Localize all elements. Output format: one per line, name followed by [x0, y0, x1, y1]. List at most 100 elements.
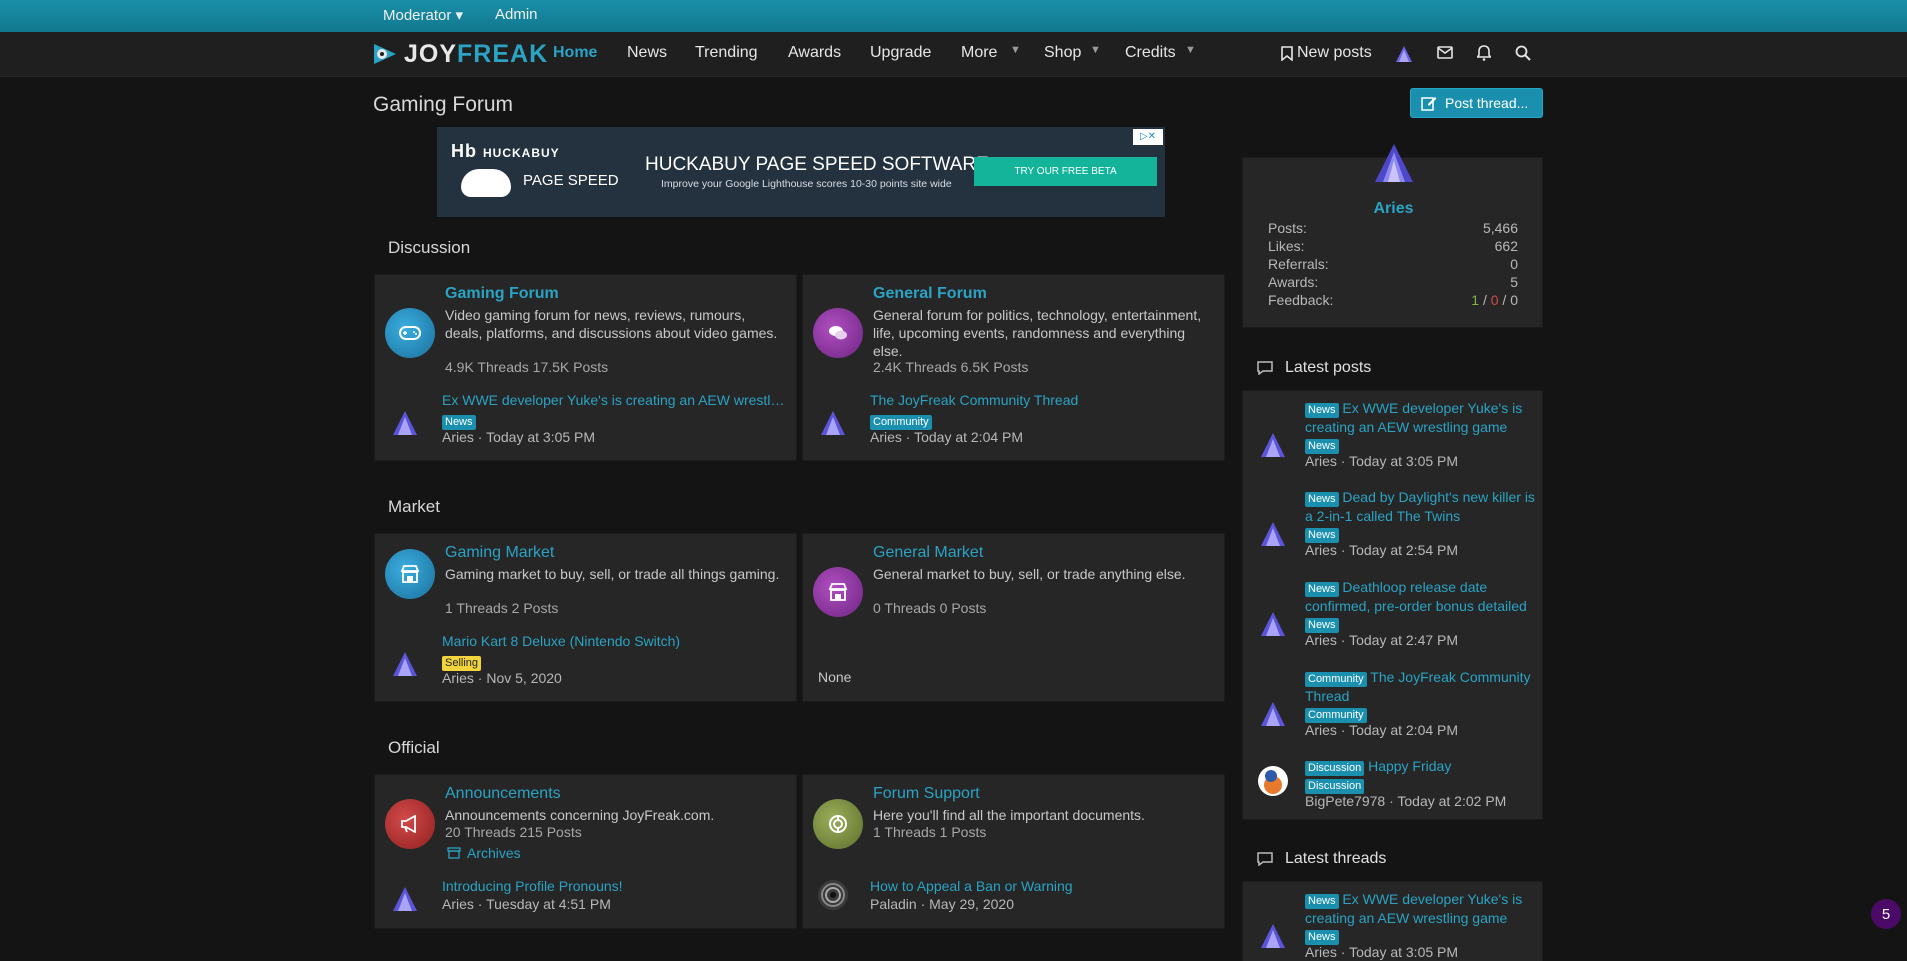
latest-post-meta[interactable]: BigPete7978 · Today at 2:02 PM — [1305, 793, 1506, 809]
last-post-title-link[interactable]: Mario Kart 8 Deluxe (Nintendo Switch) — [442, 633, 787, 649]
latest-post-meta[interactable]: Aries · Today at 3:05 PM — [1305, 453, 1458, 469]
comment-icon — [1257, 361, 1273, 375]
prefix-badge[interactable]: News — [1305, 618, 1339, 633]
prefix-badge[interactable]: News — [1305, 582, 1339, 597]
nav-awards[interactable]: Awards — [788, 44, 841, 62]
avatar[interactable] — [1257, 698, 1289, 730]
prefix-badge[interactable]: News — [1305, 894, 1339, 909]
nav-more[interactable]: More — [961, 44, 997, 62]
prefix-badge[interactable]: Community — [1305, 672, 1367, 687]
forum-title-link[interactable]: Forum Support — [873, 785, 980, 803]
forum-title-link[interactable]: General Market — [873, 544, 983, 562]
post-thread-button[interactable]: Post thread... — [1410, 88, 1543, 118]
list-item: News Dead by Daylight's new killer is a … — [1253, 488, 1538, 568]
nav-home[interactable]: Home — [553, 44, 597, 62]
latest-thread-title-link[interactable]: News Ex WWE developer Yuke's is creating… — [1305, 890, 1540, 927]
prefix-badge[interactable]: News — [1305, 528, 1339, 543]
user-avatar-menu[interactable] — [1395, 45, 1413, 68]
prefix-badge[interactable]: Selling — [442, 656, 482, 671]
forum-stats: 1 Threads 2 Posts — [445, 600, 559, 616]
latest-post-title-link[interactable]: News Deathloop release date confirmed, p… — [1305, 578, 1540, 615]
prefix-badge[interactable]: News — [1305, 439, 1339, 454]
latest-threads-heading[interactable]: Latest threads — [1257, 850, 1386, 868]
nav-more-chevron-down-icon[interactable]: ▼ — [1010, 44, 1021, 56]
last-post-meta[interactable]: Aries · Nov 5, 2020 — [442, 670, 562, 686]
avatar[interactable] — [1257, 920, 1289, 952]
site-logo[interactable]: JOYFREAK — [372, 40, 548, 68]
avatar[interactable] — [1257, 608, 1289, 640]
forum-title-link[interactable]: Announcements — [445, 785, 561, 803]
nav-shop[interactable]: Shop — [1044, 44, 1081, 62]
prefix-badge[interactable]: News — [1305, 492, 1339, 507]
avatar[interactable] — [1257, 765, 1289, 797]
avatar[interactable] — [817, 407, 849, 439]
latest-thread-meta[interactable]: Aries · Today at 3:05 PM — [1305, 944, 1458, 960]
latest-post-meta[interactable]: Aries · Today at 2:04 PM — [1305, 722, 1458, 738]
nav-trending[interactable]: Trending — [695, 44, 758, 62]
new-posts-button[interactable]: New posts — [1281, 44, 1372, 62]
sub-forum-archives-link[interactable]: Archives — [447, 845, 521, 861]
nav-shop-chevron-down-icon[interactable]: ▼ — [1090, 44, 1101, 56]
latest-post-meta[interactable]: Aries · Today at 2:54 PM — [1305, 542, 1458, 558]
admin-link[interactable]: Admin — [495, 6, 538, 23]
last-post-meta[interactable]: Aries · Today at 3:05 PM — [442, 429, 595, 445]
nav-news[interactable]: News — [627, 44, 667, 62]
inbox-button[interactable] — [1437, 46, 1453, 64]
sub-forum-label: Archives — [467, 845, 521, 861]
forum-title-link[interactable]: Gaming Market — [445, 544, 554, 562]
ad-choices-icon[interactable]: ▷✕ — [1133, 129, 1163, 145]
prefix-badge[interactable]: News — [1305, 403, 1339, 418]
latest-post-title-link[interactable]: Community The JoyFreak Community Thread — [1305, 668, 1540, 705]
last-post-title-link[interactable]: Introducing Profile Pronouns! — [442, 878, 787, 894]
last-post-title-link[interactable]: Ex WWE developer Yuke's is creating an A… — [442, 392, 787, 408]
avatar[interactable] — [389, 883, 421, 915]
forum-title-link[interactable]: General Forum — [873, 285, 987, 303]
latest-posts-heading[interactable]: Latest posts — [1257, 359, 1371, 377]
prefix-badge[interactable]: News — [442, 415, 476, 430]
moderator-menu[interactable]: Moderator ▾ — [383, 6, 463, 24]
search-button[interactable] — [1515, 45, 1531, 66]
notification-count-badge[interactable]: 5 — [1871, 899, 1901, 929]
latest-post-title-link[interactable]: News Ex WWE developer Yuke's is creating… — [1305, 399, 1540, 436]
nav-upgrade[interactable]: Upgrade — [870, 44, 931, 62]
avatar[interactable] — [1257, 429, 1289, 461]
alerts-button[interactable] — [1475, 45, 1493, 66]
latest-post-title: Deathloop release date confirmed, pre-or… — [1305, 579, 1527, 614]
latest-post-title-link[interactable]: News Dead by Daylight's new killer is a … — [1305, 488, 1540, 525]
avatar[interactable] — [389, 648, 421, 680]
latest-post-title-link[interactable]: Discussion Happy Friday — [1305, 757, 1540, 776]
advertisement-banner[interactable]: Hb HUCKABUY PAGE SPEED HUCKABUY PAGE SPEE… — [437, 127, 1165, 217]
profile-avatar[interactable] — [1373, 142, 1415, 187]
avatar[interactable] — [389, 407, 421, 439]
staff-bar: Moderator ▾ Admin — [0, 0, 1907, 32]
last-post-meta[interactable]: Aries · Tuesday at 4:51 PM — [442, 896, 611, 912]
last-post-title-link[interactable]: How to Appeal a Ban or Warning — [870, 878, 1215, 894]
page-title: Gaming Forum — [373, 93, 514, 116]
profile-username[interactable]: Aries — [1243, 200, 1544, 218]
prefix-badge[interactable]: Discussion — [1305, 779, 1365, 794]
prefix-badge[interactable]: Community — [870, 415, 932, 430]
prefix-badge[interactable]: Community — [1305, 708, 1367, 723]
forum-title-link[interactable]: Gaming Forum — [445, 285, 559, 303]
forum-card-general-market: General Market General market to buy, se… — [802, 533, 1225, 702]
nav-credits[interactable]: Credits — [1125, 44, 1176, 62]
forum-card-gaming-forum: Gaming Forum Video gaming forum for news… — [374, 274, 797, 461]
latest-post-meta[interactable]: Aries · Today at 2:47 PM — [1305, 632, 1458, 648]
profile-stat-row: Posts: 5,466 — [1268, 220, 1518, 236]
list-item: News Ex WWE developer Yuke's is creating… — [1253, 399, 1538, 479]
prefix-badge[interactable]: Discussion — [1305, 761, 1365, 776]
list-item: News Deathloop release date confirmed, p… — [1253, 578, 1538, 658]
avatar-spiral-icon — [818, 880, 848, 910]
bell-icon — [1475, 45, 1493, 61]
profile-stat-row: Referrals: 0 — [1268, 256, 1518, 272]
avatar-triangle-icon — [1261, 612, 1285, 636]
last-post-title-link[interactable]: The JoyFreak Community Thread — [870, 392, 1215, 408]
last-post-meta[interactable]: Aries · Today at 2:04 PM — [870, 429, 1023, 445]
prefix-badge[interactable]: News — [1305, 930, 1339, 945]
avatar[interactable] — [817, 879, 849, 911]
bookmark-icon — [1281, 45, 1293, 61]
nav-credits-chevron-down-icon[interactable]: ▼ — [1185, 44, 1196, 56]
last-post-meta[interactable]: Paladin · May 29, 2020 — [870, 896, 1014, 912]
ad-cta-button[interactable]: TRY OUR FREE BETA — [974, 157, 1157, 186]
avatar[interactable] — [1257, 518, 1289, 550]
